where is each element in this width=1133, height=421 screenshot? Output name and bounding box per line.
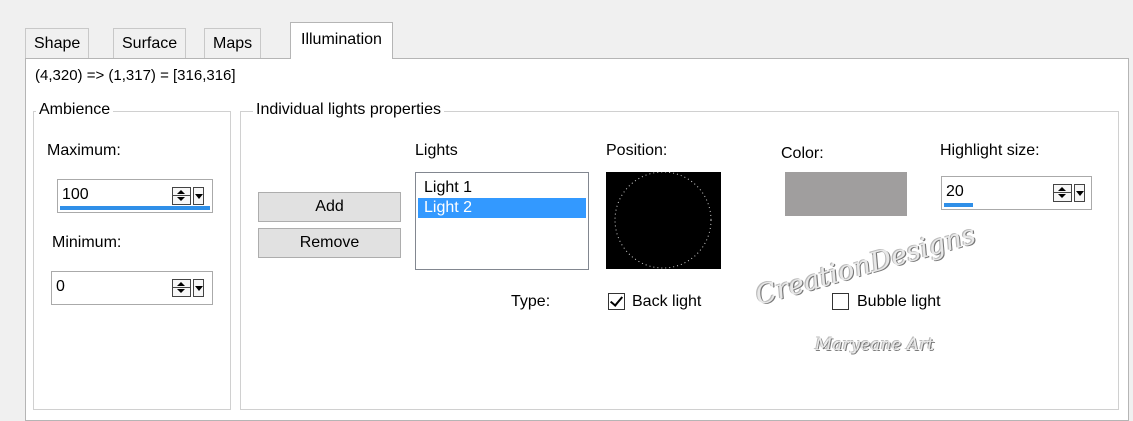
add-button[interactable]: Add [258,192,401,222]
bubble-light-checkbox[interactable] [832,293,849,310]
maximum-level-bar [60,206,210,210]
color-swatch[interactable] [785,172,907,216]
lights-legend: Individual lights properties [253,101,444,119]
maximum-spinner[interactable]: 100 [57,179,213,213]
checkmark-icon [609,293,624,307]
spin-arrows-icon[interactable] [172,187,191,205]
highlight-size-value: 20 [946,183,964,200]
back-light-checkbox[interactable] [608,293,625,310]
list-item-light-2[interactable]: Light 2 [418,198,586,218]
minimum-value: 0 [56,278,65,295]
maximum-label: Maximum: [47,142,121,159]
tab-illumination[interactable]: Illumination [290,22,393,59]
list-item-light-1[interactable]: Light 1 [418,178,586,198]
coords-readout: (4,320) => (1,317) = [316,316] [35,67,236,84]
dropdown-arrow-icon[interactable] [193,279,204,297]
lights-listbox[interactable]: Light 1 Light 2 [415,172,589,270]
back-light-label: Back light [632,293,702,310]
color-label: Color: [781,145,824,162]
position-picker[interactable] [606,171,721,269]
highlight-size-label: Highlight size: [940,142,1040,159]
watermark-subtext: Maryeane Art [815,335,935,355]
spin-arrows-icon[interactable] [172,279,191,297]
spin-arrows-icon[interactable] [1053,184,1072,202]
ambience-legend: Ambience [36,101,114,119]
maximum-value: 100 [62,186,89,203]
tab-label: Shape [34,35,81,52]
tab-label: Surface [122,35,178,52]
tab-shape[interactable]: Shape [25,28,90,58]
position-label: Position: [606,142,668,159]
highlight-level-bar [944,203,973,207]
type-label: Type: [511,293,551,310]
highlight-size-spinner[interactable]: 20 [941,176,1092,210]
remove-button[interactable]: Remove [258,228,401,258]
lights-label: Lights [415,142,458,159]
minimum-spinner[interactable]: 0 [51,271,213,305]
position-circle-icon [614,171,712,269]
tab-surface[interactable]: Surface [113,28,187,58]
dropdown-arrow-icon[interactable] [1074,184,1085,202]
tab-label: Maps [213,35,253,52]
dropdown-arrow-icon[interactable] [193,187,204,205]
tab-label: Illumination [301,31,382,48]
tab-maps[interactable]: Maps [204,28,262,58]
bubble-light-label: Bubble light [857,293,941,310]
minimum-label: Minimum: [52,234,122,251]
